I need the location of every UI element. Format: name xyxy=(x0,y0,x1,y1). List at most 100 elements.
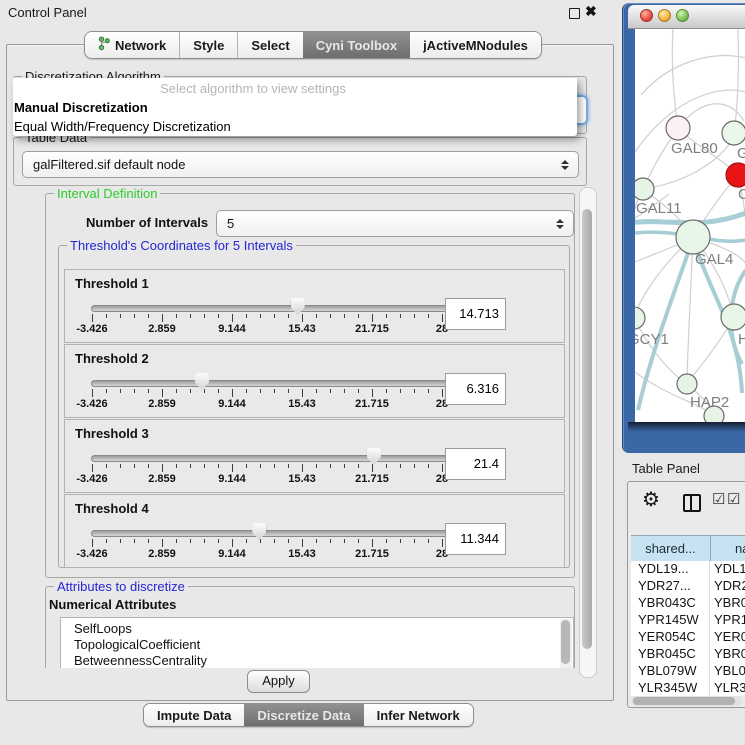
slider-thumb[interactable] xyxy=(291,298,305,315)
table-row[interactable]: YPR145WYPR1 xyxy=(631,612,745,629)
cell-shared-name: YDR27... xyxy=(631,578,710,595)
minimize-traffic-light-icon[interactable] xyxy=(658,9,671,22)
apply-button[interactable]: Apply xyxy=(247,670,310,693)
list-item[interactable]: SelfLoops xyxy=(61,621,573,637)
list-item[interactable]: TopologicalCoefficient xyxy=(61,637,573,653)
tick-mark xyxy=(148,389,149,393)
tick-mark xyxy=(218,389,219,393)
tick-mark xyxy=(106,464,107,468)
tick-label: -3.426 xyxy=(62,548,122,560)
float-panel-icon[interactable] xyxy=(569,8,580,19)
slider-track[interactable] xyxy=(91,530,451,537)
algorithm-dropdown-hint: Select algorithm to view settings xyxy=(13,78,493,96)
table-row[interactable]: YLR345WYLR3 xyxy=(631,680,745,696)
table-rows[interactable]: YDL19...YDL1YDR27...YDR2YBR043CYBR0YPR14… xyxy=(631,561,745,696)
tick-label: 2.859 xyxy=(132,323,192,335)
tick-mark xyxy=(372,464,373,472)
cell-name: YBR0 xyxy=(710,646,745,663)
column-header-name[interactable]: na xyxy=(711,536,745,561)
threshold-value-field[interactable]: 14.713 xyxy=(445,298,506,330)
network-node[interactable] xyxy=(722,121,745,145)
slider-track[interactable] xyxy=(91,380,451,387)
numerical-attributes-label: Numerical Attributes xyxy=(49,597,176,612)
numerical-attributes-list[interactable]: SelfLoopsTopologicalCoefficientBetweenne… xyxy=(60,617,574,668)
tab-style[interactable]: Style xyxy=(179,32,237,58)
network-node[interactable] xyxy=(666,116,690,140)
scrollbar-thumb[interactable] xyxy=(582,209,592,649)
tick-mark xyxy=(190,464,191,468)
tab-cyni-toolbox[interactable]: Cyni Toolbox xyxy=(303,32,410,58)
tick-mark xyxy=(274,539,275,543)
network-node[interactable] xyxy=(677,374,697,394)
tick-mark xyxy=(316,539,317,543)
table-row[interactable]: YDL19...YDL1 xyxy=(631,561,745,578)
network-nodes[interactable] xyxy=(635,116,745,422)
threshold-row: Threshold 4-3.4262.8599.14415.4321.71528… xyxy=(64,494,565,568)
checkbox-checked-icon[interactable]: ☑ xyxy=(712,492,725,508)
network-canvas[interactable]: GAL80GACGAL11GAL4GCY1HHAP2 xyxy=(635,29,745,422)
tick-mark xyxy=(176,314,177,318)
tab-select[interactable]: Select xyxy=(237,32,302,58)
tick-mark xyxy=(302,464,303,472)
slider-track[interactable] xyxy=(91,455,451,462)
attributes-group: Attributes to discretize Numerical Attri… xyxy=(45,586,575,668)
threshold-value-field[interactable]: 21.4 xyxy=(445,448,506,480)
slider-thumb[interactable] xyxy=(367,448,381,465)
network-node[interactable] xyxy=(635,307,645,329)
table-row[interactable]: YBR043CYBR0 xyxy=(631,595,745,612)
tab-discretize-data[interactable]: Discretize Data xyxy=(244,704,363,726)
settings-scrollbar[interactable] xyxy=(579,187,597,678)
tick-mark xyxy=(204,464,205,468)
tick-mark xyxy=(232,314,233,322)
gear-icon[interactable]: ⚙ xyxy=(642,490,660,510)
network-node[interactable] xyxy=(726,163,745,187)
network-window-titlebar[interactable] xyxy=(628,5,745,29)
interval-definition-group: Interval Definition Number of Intervals … xyxy=(45,193,575,578)
tab-infer-network[interactable]: Infer Network xyxy=(364,704,473,726)
cell-shared-name: YBR043C xyxy=(631,595,710,612)
network-node[interactable] xyxy=(676,220,710,254)
algorithm-option-manual[interactable]: Manual Discretization xyxy=(13,100,577,115)
tick-mark xyxy=(288,464,289,468)
table-data-combobox[interactable]: galFiltered.sif default node xyxy=(22,151,579,178)
stepper-arrows-icon xyxy=(561,160,569,170)
table-data-group: Table Data galFiltered.sif default node xyxy=(13,137,587,186)
network-node[interactable] xyxy=(721,304,745,330)
network-node[interactable] xyxy=(635,178,654,200)
tick-mark xyxy=(414,389,415,393)
attributes-group-title: Attributes to discretize xyxy=(54,579,188,594)
tick-mark xyxy=(358,464,359,468)
node-label: H xyxy=(738,331,745,348)
list-scrollbar[interactable] xyxy=(560,619,572,668)
slider-thumb[interactable] xyxy=(252,523,266,540)
column-header-shared[interactable]: shared... xyxy=(631,536,711,561)
threshold-label: Threshold 4 xyxy=(75,501,149,516)
node-label: C xyxy=(738,186,745,203)
split-columns-icon[interactable] xyxy=(683,494,701,512)
table-horizontal-scrollbar[interactable] xyxy=(631,696,743,706)
tab-network[interactable]: Network xyxy=(85,32,179,58)
close-icon[interactable]: ✖ xyxy=(585,3,597,20)
cell-name: YPR1 xyxy=(710,612,745,629)
table-row[interactable]: YBR045CYBR0 xyxy=(631,646,745,663)
tick-mark xyxy=(176,539,177,543)
threshold-value-field[interactable]: 6.316 xyxy=(445,373,506,405)
algorithm-option-equal-width[interactable]: Equal Width/Frequency Discretization xyxy=(13,119,577,134)
slider-thumb[interactable] xyxy=(195,373,209,390)
zoom-traffic-light-icon[interactable] xyxy=(676,9,689,22)
tick-label: 21.715 xyxy=(342,548,402,560)
checkbox-checked-icon[interactable]: ☑ xyxy=(727,492,740,508)
table-row[interactable]: YDR27...YDR2 xyxy=(631,578,745,595)
number-of-intervals-combobox[interactable]: 5 xyxy=(216,210,574,237)
threshold-value-field[interactable]: 11.344 xyxy=(445,523,506,555)
scrollbar-thumb[interactable] xyxy=(633,697,735,705)
tab-jactivemnodules[interactable]: jActiveMNodules xyxy=(410,32,541,58)
table-row[interactable]: YER054CYER0 xyxy=(631,629,745,646)
tick-mark xyxy=(204,314,205,318)
tick-mark xyxy=(190,389,191,393)
tab-impute-data[interactable]: Impute Data xyxy=(144,704,244,726)
slider-track[interactable] xyxy=(91,305,451,312)
list-item[interactable]: BetweennessCentrality xyxy=(61,653,573,668)
close-traffic-light-icon[interactable] xyxy=(640,9,653,22)
table-row[interactable]: YBL079WYBL0 xyxy=(631,663,745,680)
